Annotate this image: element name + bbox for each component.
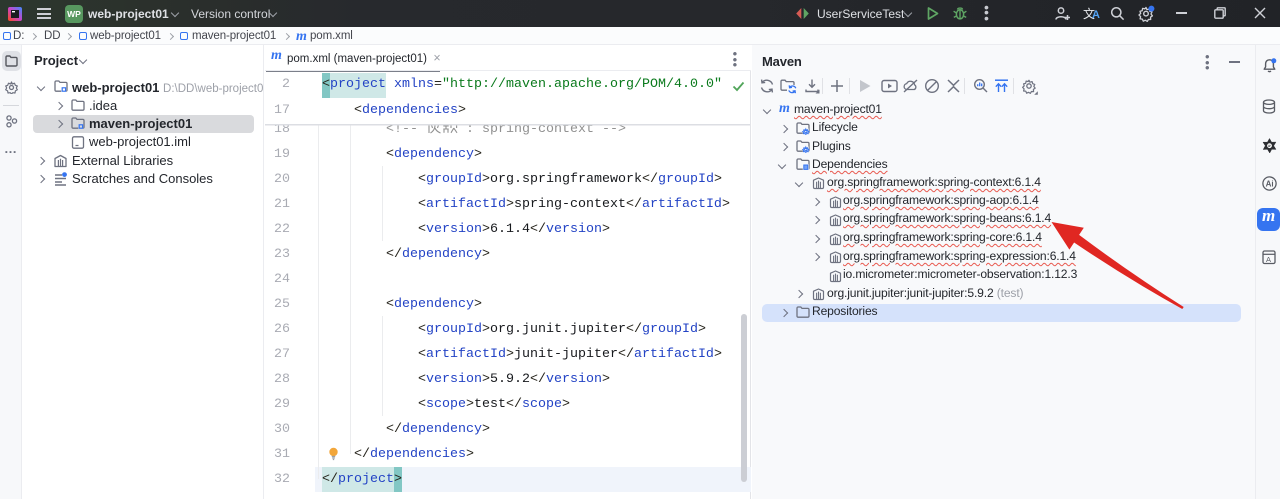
svg-text:A: A	[1266, 255, 1271, 264]
svg-text:Ai: Ai	[1266, 179, 1274, 188]
